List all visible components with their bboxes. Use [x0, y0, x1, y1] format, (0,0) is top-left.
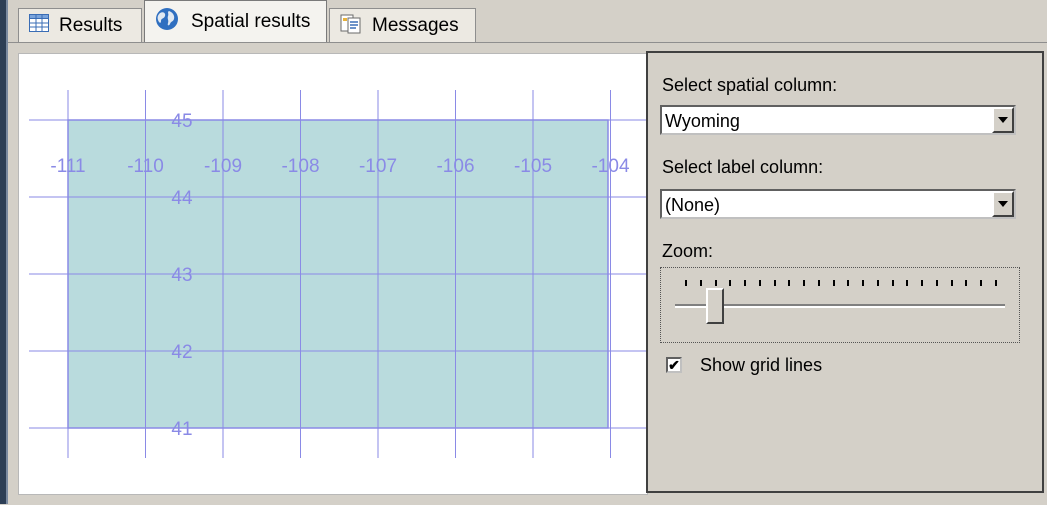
zoom-tick	[906, 280, 909, 286]
zoom-tick	[788, 280, 791, 286]
latitude-label: 44	[171, 188, 193, 209]
label-column-dropdown-button[interactable]	[992, 191, 1014, 217]
label-column-label: Select label column:	[662, 157, 824, 177]
tab-spatial-results[interactable]: Spatial results	[144, 0, 327, 42]
spatial-settings-panel: Select spatial column: Wyoming Select la…	[646, 51, 1044, 493]
longitude-label: -109	[204, 156, 242, 177]
spatial-column-dropdown[interactable]: Wyoming	[660, 105, 1016, 135]
label-column-value: (None)	[665, 195, 721, 215]
zoom-tick	[699, 280, 702, 286]
show-grid-lines-checkbox[interactable]: ✔	[666, 357, 682, 373]
show-grid-lines-label: Show grid lines	[700, 355, 823, 375]
grid-icon	[29, 13, 49, 38]
spatial-column-value: Wyoming	[665, 111, 740, 131]
map-canvas: -111 -110 -109 -108 -107 -106 -105 -104 45 44 43 4…	[29, 90, 647, 458]
longitude-label: -104	[591, 156, 629, 177]
spatial-column-label: Select spatial column:	[662, 75, 838, 95]
map-panel[interactable]: -111 -110 -109 -108 -107 -106 -105 -104 45 44 43 4…	[18, 53, 648, 495]
zoom-tick	[965, 280, 968, 286]
chevron-down-icon	[998, 117, 1008, 123]
zoom-tick	[891, 280, 894, 286]
latitude-label: 43	[171, 265, 192, 286]
zoom-tick	[995, 280, 997, 286]
spatial-column-dropdown-button[interactable]	[992, 107, 1014, 133]
zoom-tick	[876, 280, 879, 286]
chevron-down-icon	[998, 201, 1008, 207]
zoom-tick	[758, 280, 761, 286]
zoom-tick	[847, 280, 850, 286]
latitude-label: 42	[171, 342, 192, 363]
globe-icon	[155, 7, 179, 37]
zoom-label: Zoom:	[662, 241, 714, 261]
zoom-track	[675, 304, 1005, 308]
zoom-tick	[862, 280, 865, 286]
zoom-tick	[832, 280, 835, 286]
zoom-thumb[interactable]	[706, 288, 725, 324]
tab-results[interactable]: Results	[18, 8, 142, 42]
longitude-label: -111	[50, 156, 85, 177]
tab-strip: Results Spatial results Messages	[8, 0, 1047, 42]
tab-results-label: Results	[59, 14, 123, 36]
messages-icon	[340, 12, 362, 40]
zoom-tick	[980, 280, 983, 286]
zoom-tick	[921, 280, 924, 286]
tab-messages-label: Messages	[372, 14, 459, 36]
checkmark-icon: ✔	[668, 357, 680, 373]
longitude-label: -105	[514, 156, 552, 177]
zoom-tick	[950, 280, 953, 286]
longitude-label: -110	[127, 156, 164, 177]
zoom-tick	[803, 280, 806, 286]
longitude-label: -106	[436, 156, 474, 177]
spatial-results-content: -111 -110 -109 -108 -107 -106 -105 -104 45 44 43 4…	[8, 42, 1047, 505]
latitude-label: 41	[171, 419, 192, 440]
longitude-label: -108	[281, 156, 319, 177]
zoom-slider[interactable]	[660, 267, 1020, 343]
latitude-label: 45	[171, 111, 192, 132]
zoom-tick	[729, 280, 732, 286]
zoom-tick	[773, 280, 776, 286]
label-column-dropdown[interactable]: (None)	[660, 189, 1016, 219]
zoom-tick	[744, 280, 747, 286]
longitude-label: -107	[359, 156, 397, 177]
tab-messages[interactable]: Messages	[329, 8, 476, 42]
zoom-tick	[685, 280, 687, 286]
zoom-tick	[817, 280, 820, 286]
tab-spatial-results-label: Spatial results	[191, 10, 311, 32]
zoom-tick	[714, 280, 717, 286]
zoom-tick	[935, 280, 938, 286]
